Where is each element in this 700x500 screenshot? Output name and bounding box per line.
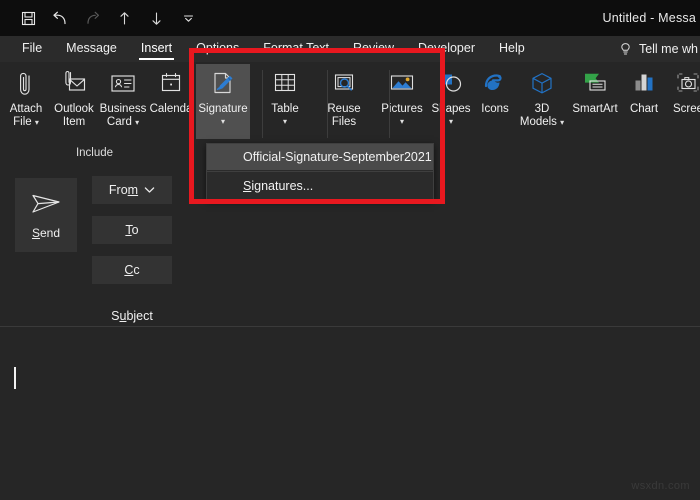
chart-icon bbox=[629, 67, 659, 101]
watermark: wsxdn.com bbox=[631, 480, 690, 492]
ribbon-button-signature[interactable]: Signature ▾ bbox=[196, 64, 250, 139]
ribbon-button-icons[interactable]: Icons bbox=[474, 64, 516, 139]
window-title: Untitled - Messa bbox=[602, 11, 696, 25]
next-item-icon[interactable] bbox=[140, 3, 172, 33]
icons-icon bbox=[480, 67, 510, 101]
undo-icon[interactable] bbox=[44, 3, 76, 33]
send-arrow-icon bbox=[29, 191, 63, 222]
menu-item-official-signature[interactable]: Official-Signature-September2021 bbox=[207, 144, 433, 170]
ribbon-button-label: Attach bbox=[9, 103, 43, 115]
previous-item-icon[interactable] bbox=[108, 3, 140, 33]
ribbon-button-table[interactable]: Table ▾ bbox=[259, 64, 311, 139]
cc-button-label: Cc bbox=[124, 263, 140, 277]
screenshot-icon bbox=[673, 67, 700, 101]
ribbon-button-label-line2: File ▾ bbox=[13, 116, 39, 128]
to-button[interactable]: To bbox=[92, 216, 172, 244]
ribbon-button-label-line2: Files bbox=[331, 116, 357, 128]
tab-message[interactable]: Message bbox=[54, 36, 129, 62]
ribbon-button-label: Shapes bbox=[431, 103, 471, 115]
message-body[interactable] bbox=[0, 326, 700, 500]
smartart-icon bbox=[579, 67, 611, 101]
pictures-icon bbox=[387, 67, 417, 101]
subject-label: Su bject bbox=[111, 309, 153, 323]
ribbon-button-label: Icons bbox=[481, 103, 509, 115]
outlook-compose-window: Untitled - Messa File Message Insert Opt… bbox=[0, 0, 700, 500]
ribbon-button-attach-file[interactable]: Attach File ▾ bbox=[2, 64, 50, 139]
paperclip-icon bbox=[13, 67, 39, 101]
ribbon-button-screenshot[interactable]: Scree bbox=[666, 64, 700, 139]
signature-dropdown-menu: Official-Signature-September2021 Signatu… bbox=[206, 143, 434, 200]
ribbon-button-label: Reuse bbox=[327, 103, 361, 115]
chevron-down-icon[interactable]: ▾ bbox=[35, 118, 39, 127]
tab-file[interactable]: File bbox=[10, 36, 54, 62]
ribbon-button-business-card[interactable]: Business Card ▾ bbox=[98, 64, 148, 139]
ribbon-button-label-line2: Card ▾ bbox=[106, 116, 140, 128]
3d-models-icon bbox=[527, 67, 557, 101]
cc-button[interactable]: Cc bbox=[92, 256, 172, 284]
text-caret bbox=[14, 367, 16, 389]
tab-review[interactable]: Review bbox=[341, 36, 406, 62]
ribbon-button-label: Business bbox=[99, 103, 147, 115]
ribbon-button-label: Chart bbox=[629, 103, 659, 115]
signature-icon bbox=[208, 67, 238, 101]
title-bar: Untitled - Messa bbox=[0, 0, 700, 36]
save-icon[interactable] bbox=[12, 3, 44, 33]
ribbon-button-smartart[interactable]: SmartArt bbox=[568, 64, 622, 139]
chevron-down-icon bbox=[144, 186, 155, 194]
business-card-icon bbox=[108, 67, 138, 101]
ribbon-button-label: Calenda bbox=[149, 103, 193, 115]
ribbon-button-label: Scree bbox=[672, 103, 700, 115]
tab-format-text[interactable]: Format Text bbox=[251, 36, 341, 62]
ribbon-button-label-line2: Item bbox=[62, 116, 86, 128]
ribbon-button-label: 3D bbox=[534, 103, 550, 115]
shapes-icon bbox=[436, 67, 466, 101]
body-top-divider bbox=[0, 326, 700, 327]
table-icon bbox=[271, 67, 299, 101]
customize-quick-access-toolbar-icon[interactable] bbox=[172, 3, 204, 33]
ribbon-button-label: Table bbox=[271, 103, 299, 115]
ribbon-button-shapes[interactable]: Shapes ▾ bbox=[428, 64, 474, 139]
tell-me-search[interactable]: Tell me wh bbox=[619, 36, 700, 62]
outlook-item-icon bbox=[60, 67, 88, 101]
reuse-files-icon bbox=[329, 67, 359, 101]
ribbon-button-3d-models[interactable]: 3D Models ▾ bbox=[516, 64, 568, 139]
quick-access-toolbar bbox=[12, 0, 204, 36]
to-button-label: To bbox=[125, 223, 139, 237]
chevron-down-icon[interactable]: ▾ bbox=[283, 116, 287, 127]
tell-me-label: Tell me wh bbox=[638, 42, 698, 56]
from-button-label: From bbox=[108, 183, 139, 197]
ribbon-button-outlook-item[interactable]: Outlook Item bbox=[50, 64, 98, 139]
ribbon-button-label: Signature bbox=[198, 103, 248, 115]
chevron-down-icon[interactable]: ▾ bbox=[560, 118, 564, 127]
menu-separator bbox=[207, 171, 433, 172]
ribbon-button-label-line2: Models ▾ bbox=[519, 116, 565, 128]
redo-icon bbox=[76, 3, 108, 33]
menu-item-signatures[interactable]: Signatures... bbox=[207, 173, 433, 199]
send-button[interactable]: Send bbox=[15, 178, 77, 252]
chevron-down-icon[interactable]: ▾ bbox=[221, 116, 225, 127]
ribbon-button-label: Pictures bbox=[381, 103, 423, 115]
lightbulb-icon bbox=[619, 42, 632, 57]
calendar-icon bbox=[157, 67, 185, 101]
tab-developer[interactable]: Developer bbox=[406, 36, 487, 62]
ribbon-button-chart[interactable]: Chart bbox=[622, 64, 666, 139]
send-button-label: Send bbox=[31, 225, 61, 240]
ribbon-button-calendar[interactable]: Calenda bbox=[148, 64, 194, 139]
chevron-down-icon[interactable]: ▾ bbox=[400, 116, 404, 127]
chevron-down-icon[interactable]: ▾ bbox=[449, 116, 453, 127]
ribbon-button-pictures[interactable]: Pictures ▾ bbox=[376, 64, 428, 139]
tab-options[interactable]: Options bbox=[184, 36, 251, 62]
from-button[interactable]: From bbox=[92, 176, 172, 204]
ribbon-tab-bar: File Message Insert Options Format Text … bbox=[0, 36, 700, 62]
chevron-down-icon[interactable]: ▾ bbox=[135, 118, 139, 127]
ribbon-button-label: Outlook bbox=[54, 103, 94, 115]
tab-help[interactable]: Help bbox=[487, 36, 537, 62]
ribbon-button-label: SmartArt bbox=[572, 103, 618, 115]
tab-insert[interactable]: Insert bbox=[129, 36, 184, 62]
